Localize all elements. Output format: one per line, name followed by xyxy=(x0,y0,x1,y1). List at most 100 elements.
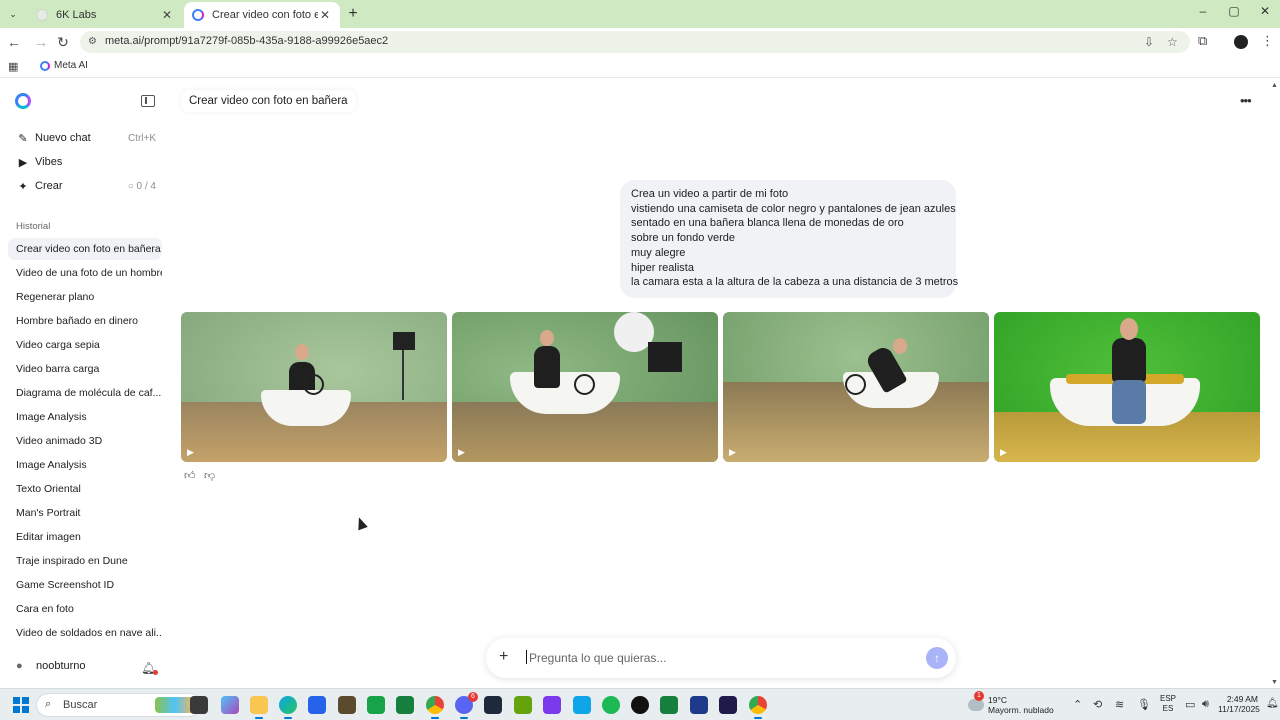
user-profile[interactable]: ● noobturno xyxy=(16,660,86,672)
bookmark-label: Meta AI xyxy=(54,60,88,71)
history-item[interactable]: Image Analysis xyxy=(8,454,162,476)
minecraft-icon[interactable] xyxy=(338,696,356,714)
app-tray-icon[interactable]: ⟲ xyxy=(1093,698,1102,711)
spotify-icon[interactable] xyxy=(602,696,620,714)
url-text[interactable]: meta.ai/prompt/91a7279f-085b-435a-9188-a… xyxy=(105,35,388,47)
add-attachment-icon[interactable]: + xyxy=(499,648,508,666)
app-icon[interactable] xyxy=(660,696,678,714)
history-item[interactable]: Man's Portrait xyxy=(8,502,162,524)
davinci-icon[interactable] xyxy=(690,696,708,714)
nav-new-chat[interactable]: ✎ Nuevo chat Ctrl+K xyxy=(16,128,156,148)
maximize-button[interactable]: ▢ xyxy=(1219,4,1249,18)
video-thumbnail[interactable]: ▶ xyxy=(723,312,989,462)
prompt-input[interactable] xyxy=(529,648,909,668)
notifications-icon[interactable]: 🔔︎ xyxy=(1266,698,1279,709)
history-item[interactable]: Crear video con foto en bañera xyxy=(8,238,162,260)
history-item[interactable]: Editar imagen xyxy=(8,526,162,548)
scroll-up-icon[interactable]: ▲ xyxy=(1271,82,1278,89)
taskbar-search[interactable]: ⌕ Buscar xyxy=(36,693,202,717)
history-item[interactable]: Video carga sepia xyxy=(8,334,162,356)
extensions-icon[interactable]: ⧉ xyxy=(1198,33,1207,49)
tab-6k-labs[interactable]: 6K Labs ✕ xyxy=(28,2,182,28)
history-item[interactable]: Video barra carga xyxy=(8,358,162,380)
play-icon[interactable]: ▶ xyxy=(458,447,465,458)
address-bar[interactable]: ⚙ meta.ai/prompt/91a7279f-085b-435a-9188… xyxy=(80,31,1190,53)
microphone-icon[interactable]: 🎙︎ xyxy=(1137,698,1151,711)
site-info-icon[interactable]: ⚙ xyxy=(88,36,100,48)
nav-crear[interactable]: ✦ Crear ○ 0 / 4 xyxy=(16,176,156,196)
thumbs-up-icon[interactable]: 👍︎ xyxy=(184,469,196,482)
video-thumbnail[interactable]: ▶ xyxy=(452,312,718,462)
tab-search-button[interactable]: ⌄ xyxy=(4,5,22,23)
tab-meta-ai[interactable]: Crear video con foto en bañera ✕ xyxy=(184,2,340,28)
close-window-button[interactable]: ✕ xyxy=(1250,4,1280,18)
weather-widget[interactable]: 1 19°C Mayorm. nublado xyxy=(968,691,1054,718)
apps-grid-icon[interactable]: ▦ xyxy=(8,60,18,73)
display-icon[interactable]: ▭ xyxy=(1185,698,1195,711)
app-icon[interactable] xyxy=(573,696,591,714)
history-item[interactable]: Video de soldados en nave ali... xyxy=(8,622,162,644)
history-item[interactable]: Game Screenshot ID xyxy=(8,574,162,596)
discord-icon[interactable]: 6 xyxy=(455,692,478,719)
chat-title[interactable]: Crear video con foto en bañera xyxy=(181,90,356,112)
nav-label: Nuevo chat xyxy=(35,132,91,144)
history-item[interactable]: Video animado 3D xyxy=(8,430,162,452)
history-item[interactable]: Hombre bañado en dinero xyxy=(8,310,162,332)
language-indicator[interactable]: ESP ES xyxy=(1160,694,1176,714)
video-thumbnail[interactable]: ▶ xyxy=(181,312,447,462)
history-item[interactable]: Regenerar plano xyxy=(8,286,162,308)
history-item[interactable]: Cara en foto xyxy=(8,598,162,620)
notifications-bell-icon[interactable]: 🔔︎ xyxy=(141,661,159,675)
play-icon[interactable]: ▶ xyxy=(729,447,736,458)
bookmark-star-icon[interactable]: ☆ xyxy=(1167,35,1178,49)
history-item[interactable]: Texto Oriental xyxy=(8,478,162,500)
app-icon[interactable] xyxy=(484,696,502,714)
bookmark-meta-ai[interactable]: Meta AI xyxy=(40,60,88,71)
file-explorer-icon[interactable] xyxy=(250,696,268,719)
video-thumbnail[interactable]: ▶ xyxy=(994,312,1260,462)
history-item[interactable]: Video de una foto de un hombre xyxy=(8,262,162,284)
send-arrow-icon[interactable]: ↑ xyxy=(926,647,948,669)
obs-icon[interactable] xyxy=(631,696,649,714)
collapse-sidebar-icon[interactable] xyxy=(141,95,155,107)
nav-vibes[interactable]: ▶ Vibes xyxy=(16,152,156,172)
new-tab-button[interactable]: + xyxy=(344,5,362,23)
after-effects-icon[interactable] xyxy=(719,696,737,714)
play-icon[interactable]: ▶ xyxy=(187,447,194,458)
history-item[interactable]: Diagrama de molécula de caf... xyxy=(8,382,162,404)
menu-kebab-icon[interactable]: ⋮ xyxy=(1261,33,1274,49)
store-icon[interactable] xyxy=(308,696,326,714)
minimize-button[interactable]: – xyxy=(1188,4,1218,18)
prompt-line: la camara esta a la altura de la cabeza … xyxy=(631,276,959,289)
meta-ai-logo-icon[interactable] xyxy=(15,93,31,109)
reload-icon[interactable]: ↻ xyxy=(54,33,72,51)
install-app-icon[interactable]: ⇩ xyxy=(1144,35,1154,49)
close-tab-icon[interactable]: ✕ xyxy=(318,8,332,22)
copilot-icon[interactable] xyxy=(221,696,239,714)
forward-icon[interactable]: → xyxy=(32,33,50,51)
task-view-icon[interactable] xyxy=(190,696,208,714)
history-item[interactable]: Image Analysis xyxy=(8,406,162,428)
back-icon[interactable]: ← xyxy=(5,33,23,51)
tab-title: Crear video con foto en bañera xyxy=(212,9,318,21)
scroll-down-icon[interactable]: ▼ xyxy=(1271,679,1278,686)
show-hidden-icons-icon[interactable]: ⌃ xyxy=(1073,698,1082,711)
chrome-icon[interactable] xyxy=(749,696,767,719)
edge-icon[interactable] xyxy=(279,696,297,719)
history-item[interactable]: Traje inspirado en Dune xyxy=(8,550,162,572)
volume-icon[interactable]: 🔊︎ xyxy=(1202,698,1209,711)
play-icon[interactable]: ▶ xyxy=(1000,447,1007,458)
start-windows-icon[interactable] xyxy=(13,697,29,713)
system-clock[interactable]: 2:49 AM 11/17/2025 xyxy=(1218,694,1260,714)
username: noobturno xyxy=(36,660,86,672)
profile-avatar-icon[interactable] xyxy=(1234,35,1248,49)
more-options-icon[interactable]: ••• xyxy=(1240,93,1252,108)
wifi-icon[interactable]: ≋ xyxy=(1115,698,1124,711)
app-icon[interactable] xyxy=(514,696,532,714)
nvidia-icon[interactable] xyxy=(367,696,385,714)
thumbs-down-icon[interactable]: 👎︎ xyxy=(204,469,215,482)
app-icon[interactable] xyxy=(543,696,561,714)
close-tab-icon[interactable]: ✕ xyxy=(160,8,174,22)
terminal-app-icon[interactable] xyxy=(396,696,414,714)
chrome-icon[interactable] xyxy=(426,696,444,719)
